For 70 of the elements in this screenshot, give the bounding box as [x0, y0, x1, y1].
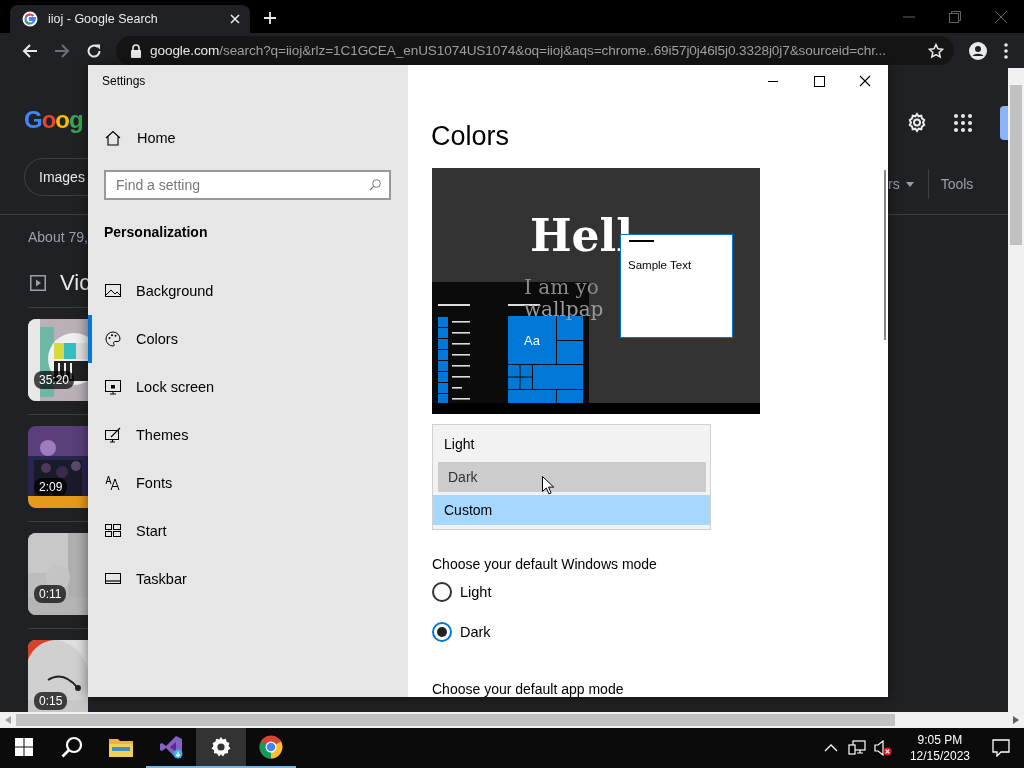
page-heading: Colors [431, 120, 510, 153]
scrollbar-thumb[interactable] [1010, 85, 1022, 245]
tools-link[interactable]: Tools [940, 176, 974, 192]
preview-subtitle: I am yo [524, 274, 599, 300]
monitor-icon [105, 379, 121, 395]
logo-text: Goog [24, 105, 84, 135]
plus-icon[interactable] [263, 11, 277, 25]
section-label: Choose your default app mode [432, 681, 624, 697]
section-label: Choose your default Windows mode [432, 556, 657, 572]
settings-icon[interactable] [906, 112, 928, 134]
gear-icon [210, 736, 232, 758]
home-icon [105, 130, 121, 146]
sidebar-item[interactable]: Start [88, 507, 408, 555]
sample-text: Sample Text [628, 259, 693, 271]
letters-icon [105, 475, 121, 491]
ring-icon [22, 11, 38, 27]
close-icon[interactable] [230, 14, 240, 24]
picture-frame-icon [105, 283, 121, 299]
filter-menu-text[interactable]: rs [888, 176, 900, 192]
duration-badge: 2:09 [34, 478, 68, 496]
search-icon [61, 736, 83, 758]
taskbar-icon [105, 571, 121, 587]
duration-badge: 35:20 [34, 371, 75, 389]
duration-badge: 0:11 [34, 585, 67, 603]
duration-badge: 0:15 [34, 692, 68, 710]
cursor-icon [542, 476, 554, 495]
clock-button[interactable]: 9:05 PM 12/15/2023 [901, 728, 978, 768]
search-icon [369, 179, 381, 191]
radio-label: Light [460, 584, 492, 600]
brush-monitor-icon [105, 427, 121, 443]
dropdown-option[interactable]: Dark [438, 462, 706, 492]
dropdown-option[interactable]: Custom [433, 495, 710, 525]
dropdown-option[interactable]: Light [433, 429, 710, 459]
vertical-scrollbar[interactable] [1008, 68, 1024, 712]
address-bar[interactable]: google.com/search?q=iioj&rlz=1C1GCEA_enUS1074US1074&oq=iioj&aqs=chrome..69i57j0j46l5j0.3328j0j7&sourceid=chr... [116, 36, 954, 65]
lock-icon [130, 43, 142, 58]
category-heading: Personalization [103, 223, 209, 242]
taskbar-app-button[interactable] [196, 728, 246, 768]
sidebar-item[interactable]: Lock screen [88, 363, 408, 411]
browser-tab[interactable]: iioj - Google Search [10, 5, 250, 33]
ribbon-icon [159, 735, 183, 759]
sidebar-item[interactable]: Colors [88, 315, 408, 363]
result-count: About 79, [28, 229, 88, 245]
video-icon [30, 275, 46, 291]
round-logo-icon [259, 735, 283, 759]
radio-button[interactable] [432, 582, 452, 602]
tiles-icon [15, 738, 33, 756]
url-text: google.com/search?q=iioj&rlz=1C1GCEA_enUS1074US1074&oq=iioj&aqs=chrome..69i57j0j46l5j0.3328j0j7&sourceid=chr... [150, 43, 887, 58]
apps-grid-icon[interactable] [954, 114, 972, 132]
search-field[interactable]: Find a setting [104, 170, 391, 200]
palette-icon [105, 331, 121, 347]
scrollbar-thumb[interactable] [16, 714, 895, 726]
scrollbar-thumb[interactable] [884, 170, 886, 340]
star-icon[interactable] [928, 42, 944, 59]
horizontal-scrollbar[interactable] [0, 712, 1024, 728]
sidebar-item[interactable]: Taskbar [88, 555, 408, 603]
section-title: Vic [60, 270, 91, 296]
title-line [629, 240, 654, 242]
window-title: Settings [101, 74, 147, 90]
sidebar-item[interactable]: Themes [88, 411, 408, 459]
home-nav-item[interactable]: Home [88, 114, 408, 162]
tile: Aa [508, 316, 556, 364]
tab-title: iioj - Google Search [48, 12, 159, 26]
folder-icon [109, 737, 133, 757]
radio-label: Dark [460, 624, 491, 640]
sidebar-item[interactable]: Fonts [88, 459, 408, 507]
radio-button[interactable] [432, 622, 452, 642]
caret-icon [905, 181, 914, 187]
tiles-icon [105, 523, 121, 539]
sidebar-item[interactable]: Background [88, 267, 408, 315]
